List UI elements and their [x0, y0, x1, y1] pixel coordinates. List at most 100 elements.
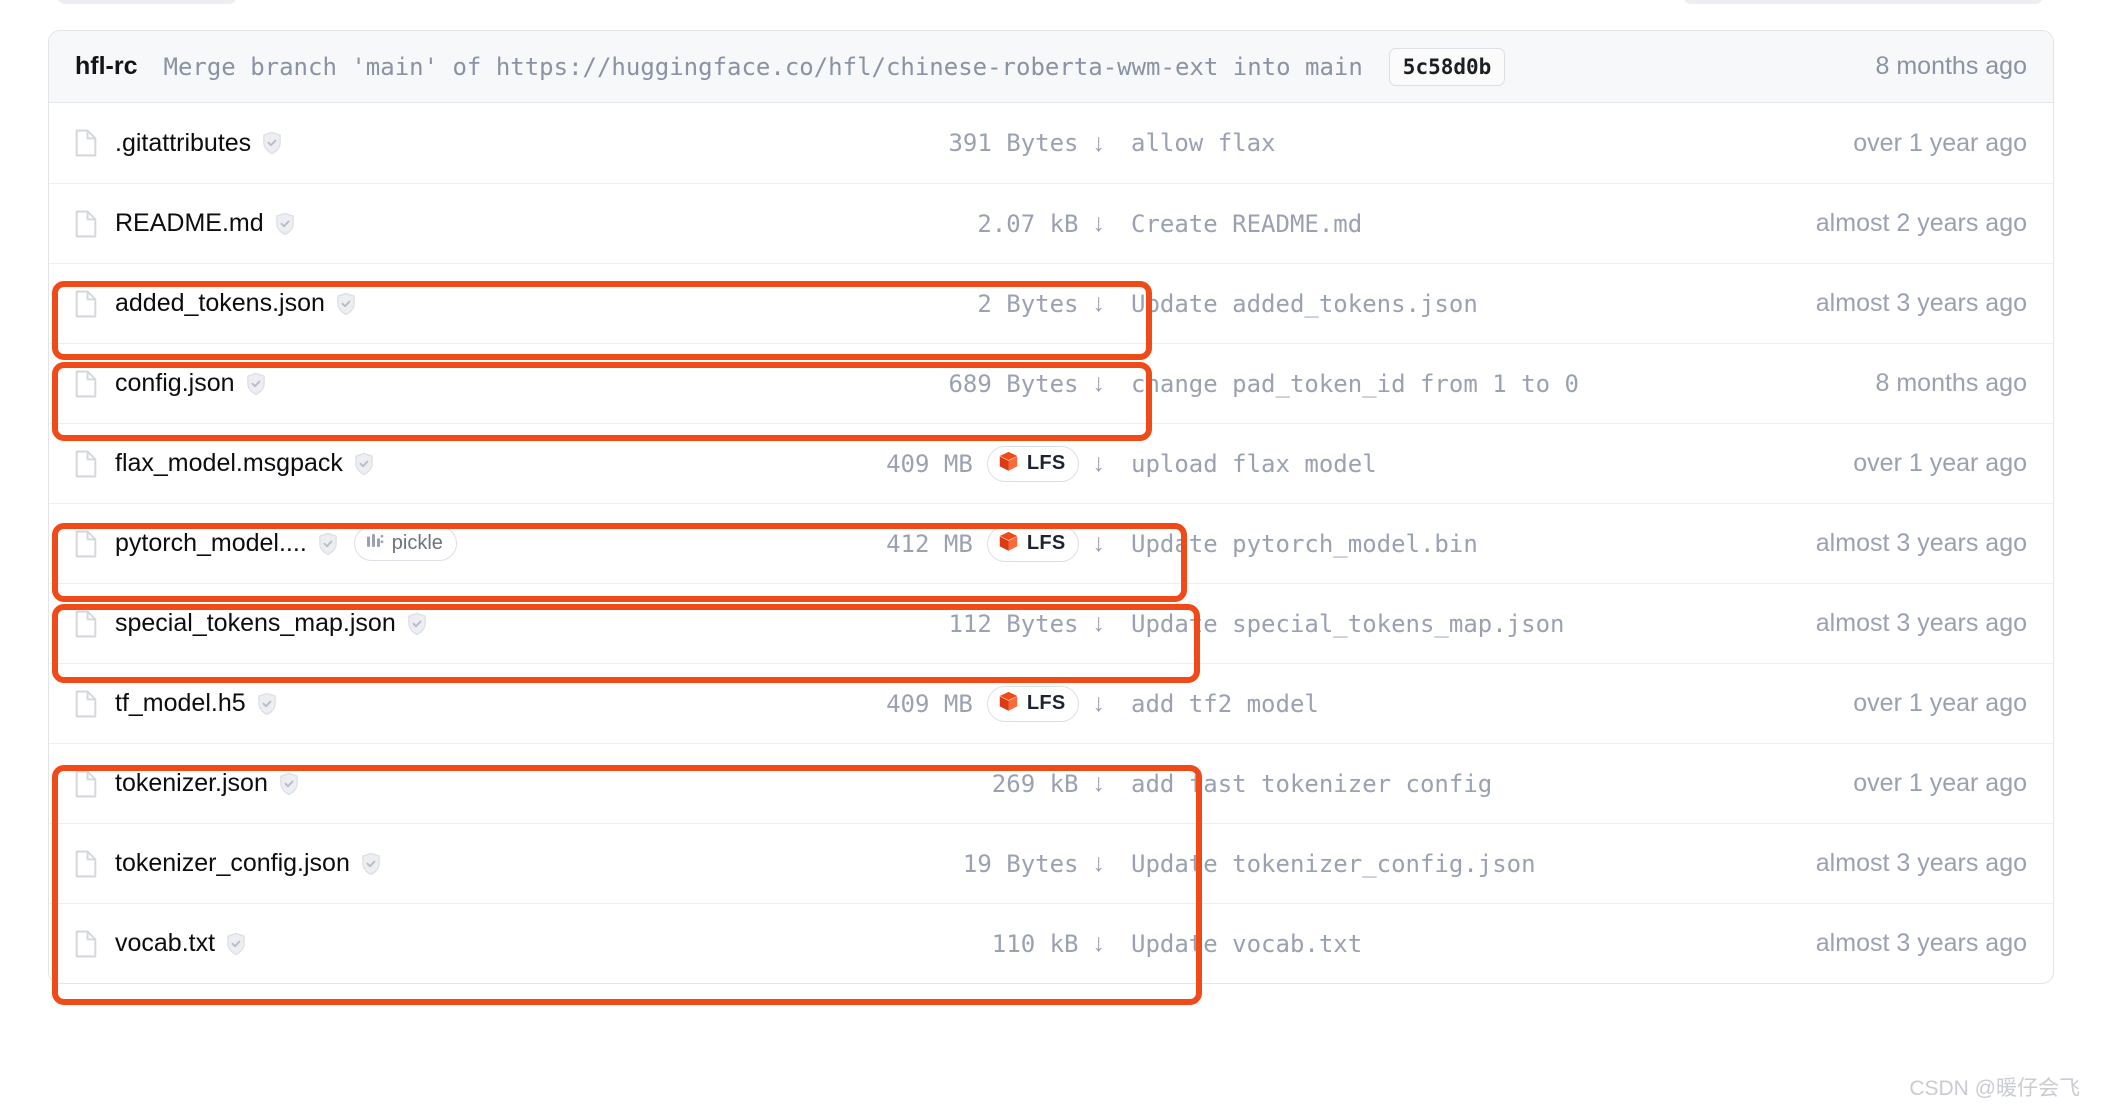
file-timestamp: 8 months ago [1875, 369, 2028, 397]
file-name-link[interactable]: config.json [115, 369, 235, 398]
file-name-link[interactable]: vocab.txt [115, 929, 215, 958]
file-commit-message[interactable]: Update added_tokens.json [1105, 290, 1796, 318]
commit-author[interactable]: hfl-rc [75, 52, 138, 81]
shield-check-icon[interactable] [407, 612, 427, 636]
file-row[interactable]: tf_model.h5 409 MB LFS ↓ add tf2 model over 1… [49, 663, 2053, 743]
watermark: CSDN @暖仔会飞 [1909, 1077, 2080, 1100]
file-name-cell: tokenizer.json [75, 769, 675, 798]
shield-check-icon[interactable] [279, 772, 299, 796]
file-row[interactable]: pytorch_model.... pickle 412 MB LFS ↓ Update … [49, 503, 2053, 583]
file-commit-message[interactable]: change pad_token_id from 1 to 0 [1105, 370, 1856, 398]
file-size: 2 Bytes [977, 289, 1079, 318]
pickle-badge[interactable]: pickle [353, 526, 457, 561]
download-icon[interactable]: ↓ [1093, 611, 1106, 636]
file-name-link[interactable]: flax_model.msgpack [115, 449, 343, 478]
file-size-cell: 112 Bytes ↓ [675, 610, 1105, 638]
file-name-link[interactable]: tf_model.h5 [115, 689, 246, 718]
file-name-cell: .gitattributes [75, 129, 675, 158]
file-row[interactable]: README.md 2.07 kB ↓ Create README.md almost … [49, 183, 2053, 263]
shield-check-icon[interactable] [361, 852, 381, 876]
file-name-link[interactable]: tokenizer.json [115, 769, 268, 798]
file-name-link[interactable]: added_tokens.json [115, 289, 325, 318]
shield-check-icon[interactable] [262, 131, 282, 155]
download-icon[interactable]: ↓ [1093, 771, 1106, 796]
file-timestamp: over 1 year ago [1853, 449, 2027, 477]
file-size-cell: 19 Bytes ↓ [675, 850, 1105, 878]
file-timestamp: over 1 year ago [1853, 689, 2027, 717]
lfs-badge-label: LFS [1026, 532, 1066, 554]
shield-check-icon[interactable] [226, 932, 246, 956]
download-icon[interactable]: ↓ [1093, 931, 1106, 956]
file-timestamp: almost 3 years ago [1815, 529, 2027, 557]
file-commit-message[interactable]: add fast tokenizer config [1105, 770, 1833, 798]
lfs-badge[interactable]: LFS [986, 685, 1079, 722]
file-icon [75, 290, 97, 318]
file-size-cell: 110 kB ↓ [675, 930, 1105, 958]
file-name-cell: vocab.txt [75, 929, 675, 958]
file-row[interactable]: vocab.txt 110 kB ↓ Update vocab.txt almost 3… [49, 903, 2053, 983]
lfs-badge[interactable]: LFS [986, 445, 1079, 482]
download-icon[interactable]: ↓ [1093, 211, 1106, 236]
download-icon[interactable]: ↓ [1093, 130, 1106, 156]
file-size: 112 Bytes [948, 609, 1079, 638]
file-icon [75, 210, 97, 238]
file-timestamp: over 1 year ago [1853, 769, 2027, 797]
file-name-link[interactable]: pytorch_model.... [115, 529, 307, 558]
download-icon[interactable]: ↓ [1093, 371, 1106, 396]
file-name-link[interactable]: .gitattributes [115, 129, 251, 158]
commit-sha-badge[interactable]: 5c58d0b [1388, 47, 1506, 86]
file-commit-message[interactable]: allow flax [1105, 129, 1833, 157]
file-size: 269 kB [991, 769, 1079, 798]
download-icon[interactable]: ↓ [1093, 531, 1106, 556]
download-icon[interactable]: ↓ [1093, 291, 1106, 316]
file-name-cell: README.md [75, 209, 675, 238]
shield-check-icon[interactable] [257, 692, 277, 716]
file-row[interactable]: tokenizer_config.json 19 Bytes ↓ Update tok… [49, 823, 2053, 903]
file-row[interactable]: .gitattributes 391 Bytes ↓ allow flax over 1… [49, 103, 2053, 183]
file-row[interactable]: tokenizer.json 269 kB ↓ add fast tokenizer … [49, 743, 2053, 823]
shield-check-icon[interactable] [318, 532, 338, 556]
file-row[interactable]: flax_model.msgpack 409 MB LFS ↓ upload flax … [49, 423, 2053, 503]
file-commit-message[interactable]: Update special_tokens_map.json [1105, 610, 1796, 638]
file-row[interactable]: added_tokens.json 2 Bytes ↓ Update added_to… [49, 263, 2053, 343]
file-row[interactable]: special_tokens_map.json 112 Bytes ↓ Update … [49, 583, 2053, 663]
lfs-badge[interactable]: LFS [986, 525, 1079, 562]
file-name-cell: config.json [75, 369, 675, 398]
file-size: 2.07 kB [977, 209, 1079, 238]
file-name-link[interactable]: README.md [115, 209, 264, 238]
shield-check-icon[interactable] [354, 452, 374, 476]
file-timestamp: almost 2 years ago [1815, 209, 2027, 237]
shield-check-icon[interactable] [336, 292, 356, 316]
file-commit-message[interactable]: add tf2 model [1105, 690, 1833, 718]
file-name-cell: tf_model.h5 [75, 689, 675, 718]
file-name-link[interactable]: special_tokens_map.json [115, 609, 396, 638]
download-icon[interactable]: ↓ [1093, 851, 1106, 876]
lfs-badge-label: LFS [1026, 692, 1066, 714]
file-timestamp: over 1 year ago [1853, 128, 2027, 157]
shield-check-icon[interactable] [275, 212, 295, 236]
shield-check-icon[interactable] [246, 372, 266, 396]
download-icon[interactable]: ↓ [1093, 691, 1106, 716]
file-list: .gitattributes 391 Bytes ↓ allow flax over 1… [49, 103, 2053, 983]
file-icon [75, 129, 97, 157]
file-size-cell: 689 Bytes ↓ [675, 370, 1105, 398]
file-commit-message[interactable]: Update vocab.txt [1105, 930, 1796, 958]
file-timestamp: almost 3 years ago [1815, 609, 2027, 637]
file-commit-message[interactable]: upload flax model [1105, 450, 1833, 478]
file-size-cell: 269 kB ↓ [675, 770, 1105, 798]
lfs-box-icon [997, 450, 1020, 478]
file-commit-message[interactable]: Update tokenizer_config.json [1105, 850, 1796, 878]
file-name-link[interactable]: tokenizer_config.json [115, 849, 350, 878]
file-size: 391 Bytes [948, 129, 1079, 157]
file-icon [75, 370, 97, 398]
download-icon[interactable]: ↓ [1093, 451, 1106, 476]
lfs-badge-label: LFS [1026, 452, 1066, 474]
file-size: 689 Bytes [948, 369, 1079, 398]
file-commit-message[interactable]: Update pytorch_model.bin [1105, 530, 1796, 558]
file-commit-message[interactable]: Create README.md [1105, 210, 1796, 238]
file-row[interactable]: config.json 689 Bytes ↓ change pad_token_id… [49, 343, 2053, 423]
commit-message[interactable]: Merge branch 'main' of https://huggingfa… [164, 53, 1363, 81]
lfs-box-icon [997, 530, 1020, 558]
file-timestamp: almost 3 years ago [1815, 929, 2027, 957]
file-size-cell: 2.07 kB ↓ [675, 210, 1105, 238]
